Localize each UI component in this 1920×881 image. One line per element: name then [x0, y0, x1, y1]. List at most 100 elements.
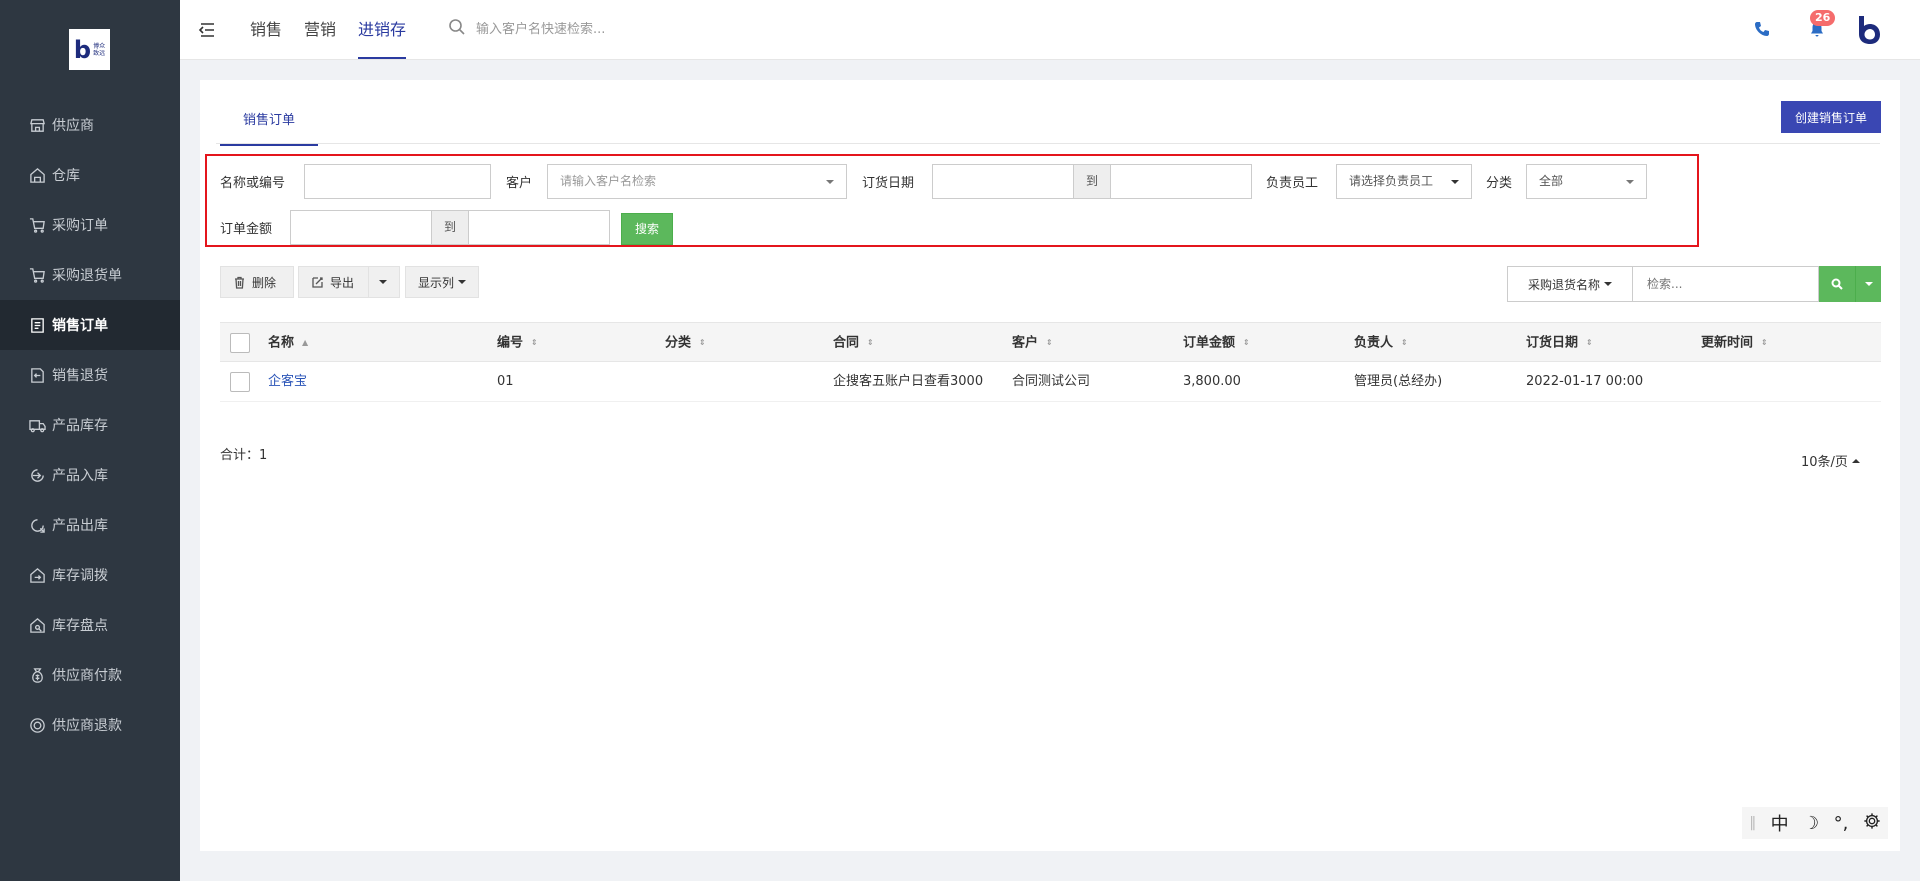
column-header-owner[interactable]: 负责人 ⇕ — [1354, 323, 1408, 363]
category-label: 分类 — [1486, 176, 1513, 191]
column-header-name[interactable]: 名称 ▲ — [268, 323, 308, 363]
row-contract: 企搜客五账户日查看3000 — [833, 374, 984, 389]
column-header-customer[interactable]: 客户 ⇕ — [1012, 323, 1053, 363]
create-sales-order-button[interactable]: 创建销售订单 — [1781, 101, 1881, 133]
global-search — [448, 18, 696, 40]
order-date-from-input[interactable] — [932, 164, 1074, 199]
ime-toolbar: ‖ 中 ☽ °, — [1742, 807, 1888, 839]
sidebar-item-purchase-orders[interactable]: 采购订单 — [0, 200, 180, 250]
warehouse-icon — [28, 166, 46, 184]
sort-icon: ⇕ — [1046, 338, 1053, 347]
sort-icon: ⇕ — [699, 338, 706, 347]
chevron-down-icon — [379, 280, 387, 284]
table-search-button[interactable] — [1819, 266, 1855, 302]
page-size-value: 10条/页 — [1801, 455, 1848, 470]
sidebar-item-purchase-returns[interactable]: 采购退货单 — [0, 250, 180, 300]
main-panel: 销售订单 创建销售订单 名称或编号 客户 请输入客户名检索 订货日期 到 负责员… — [200, 80, 1900, 851]
app-logo[interactable]: b 博众 致远 — [69, 29, 110, 70]
moon-icon[interactable]: ☽ — [1803, 813, 1819, 834]
staff-select-value: 请选择负责员工 — [1349, 174, 1434, 188]
chevron-down-icon — [458, 280, 466, 284]
column-header-code[interactable]: 编号 ⇕ — [497, 323, 538, 363]
phone-icon[interactable] — [1753, 20, 1771, 38]
logo-text-line2: 致远 — [93, 49, 106, 57]
column-header-label: 负责人 — [1354, 335, 1394, 351]
cart-icon — [28, 216, 46, 234]
sidebar-item-warehouse[interactable]: 仓库 — [0, 150, 180, 200]
order-date-to-input[interactable] — [1110, 164, 1252, 199]
column-header-contract[interactable]: 合同 ⇕ — [833, 323, 874, 363]
customer-quick-search-input[interactable] — [476, 21, 696, 37]
logo-text: 博众 致远 — [93, 43, 105, 57]
ime-punctuation-toggle[interactable]: °, — [1834, 813, 1849, 834]
filter-search-button[interactable]: 搜索 — [621, 213, 673, 245]
order-amount-max-input[interactable] — [468, 210, 610, 245]
order-amount-label: 订单金额 — [220, 222, 273, 237]
table-search-input[interactable] — [1633, 266, 1819, 302]
menu-collapse-icon[interactable] — [197, 20, 217, 40]
avatar[interactable] — [1856, 15, 1882, 45]
notification-badge: 26 — [1810, 10, 1836, 26]
ime-language-toggle[interactable]: 中 — [1771, 810, 1789, 836]
column-header-updated[interactable]: 更新时间 ⇕ — [1701, 323, 1768, 363]
select-all-checkbox[interactable] — [230, 333, 250, 353]
chevron-down-icon — [1864, 282, 1873, 286]
cart-return-icon — [28, 266, 46, 284]
sidebar-item-product-stock[interactable]: 产品库存 — [0, 400, 180, 450]
amount-range-separator: 到 — [431, 210, 469, 245]
store-icon — [28, 116, 46, 134]
sidebar-item-supplier-payment[interactable]: 供应商付款 — [0, 650, 180, 700]
search-field-select[interactable]: 采购退货名称 — [1507, 266, 1633, 302]
sort-icon: ⇕ — [1243, 338, 1250, 347]
column-header-label: 合同 — [833, 335, 860, 351]
sidebar-item-label: 供应商付款 — [52, 668, 122, 684]
page-size-select[interactable]: 10条/页 — [1801, 451, 1860, 470]
transfer-icon — [28, 566, 46, 584]
name-or-code-label: 名称或编号 — [220, 176, 286, 191]
column-header-category[interactable]: 分类 ⇕ — [665, 323, 706, 363]
customer-select[interactable]: 请输入客户名检索 — [547, 164, 847, 199]
export-dropdown-button[interactable] — [368, 266, 400, 298]
sidebar-item-label: 采购订单 — [52, 218, 108, 234]
table-search-dropdown[interactable] — [1855, 266, 1881, 302]
row-amount: 3,800.00 — [1183, 374, 1241, 389]
sort-icon: ⇕ — [531, 338, 538, 347]
column-header-label: 名称 — [268, 335, 295, 351]
sidebar-item-label: 仓库 — [52, 168, 80, 184]
sidebar-item-supplier-refund[interactable]: 供应商退款 — [0, 700, 180, 750]
order-amount-min-input[interactable] — [290, 210, 432, 245]
category-select[interactable]: 全部 — [1526, 164, 1647, 199]
delete-button[interactable]: 删除 — [220, 266, 294, 298]
gear-icon[interactable] — [1863, 812, 1881, 835]
sidebar-item-product-inbound[interactable]: 产品入库 — [0, 450, 180, 500]
sidebar-item-label: 采购退货单 — [52, 268, 122, 284]
top-bar: 销售 营销 进销存 26 — [180, 0, 1920, 60]
sidebar-item-label: 产品出库 — [52, 518, 108, 534]
tab-marketing[interactable]: 营销 — [304, 0, 336, 60]
sidebar: b 博众 致远 供应商 仓库 采购订单 采购退货单 销售订单 销售退货 产品库存… — [0, 0, 180, 881]
tab-sales-orders[interactable]: 销售订单 — [220, 110, 318, 146]
row-checkbox[interactable] — [230, 372, 250, 392]
sidebar-item-stock-transfer[interactable]: 库存调拨 — [0, 550, 180, 600]
sidebar-item-sales-orders[interactable]: 销售订单 — [0, 300, 180, 350]
row-name-link[interactable]: 企客宝 — [268, 362, 307, 402]
column-header-amount[interactable]: 订单金额 ⇕ — [1183, 323, 1250, 363]
tab-inventory[interactable]: 进销存 — [358, 0, 407, 60]
tab-sales[interactable]: 销售 — [250, 0, 282, 60]
name-or-code-input[interactable] — [304, 164, 491, 199]
sidebar-item-sales-returns[interactable]: 销售退货 — [0, 350, 180, 400]
customer-label: 客户 — [506, 176, 533, 191]
sidebar-item-label: 库存盘点 — [52, 618, 108, 634]
sidebar-item-product-outbound[interactable]: 产品出库 — [0, 500, 180, 550]
export-button[interactable]: 导出 — [298, 266, 368, 298]
column-header-order-date[interactable]: 订货日期 ⇕ — [1526, 323, 1593, 363]
staff-select[interactable]: 请选择负责员工 — [1336, 164, 1472, 199]
sidebar-item-suppliers[interactable]: 供应商 — [0, 100, 180, 150]
date-range-separator: 到 — [1073, 164, 1111, 199]
show-columns-button[interactable]: 显示列 — [405, 266, 479, 298]
column-header-label: 订单金额 — [1183, 335, 1236, 351]
sidebar-item-stock-check[interactable]: 库存盘点 — [0, 600, 180, 650]
sort-icon: ⇕ — [1761, 338, 1768, 347]
table-row[interactable]: 企客宝 01 企搜客五账户日查看3000 合同测试公司 3,800.00 管理员… — [220, 362, 1881, 402]
ime-drag-handle[interactable]: ‖ — [1749, 815, 1756, 831]
